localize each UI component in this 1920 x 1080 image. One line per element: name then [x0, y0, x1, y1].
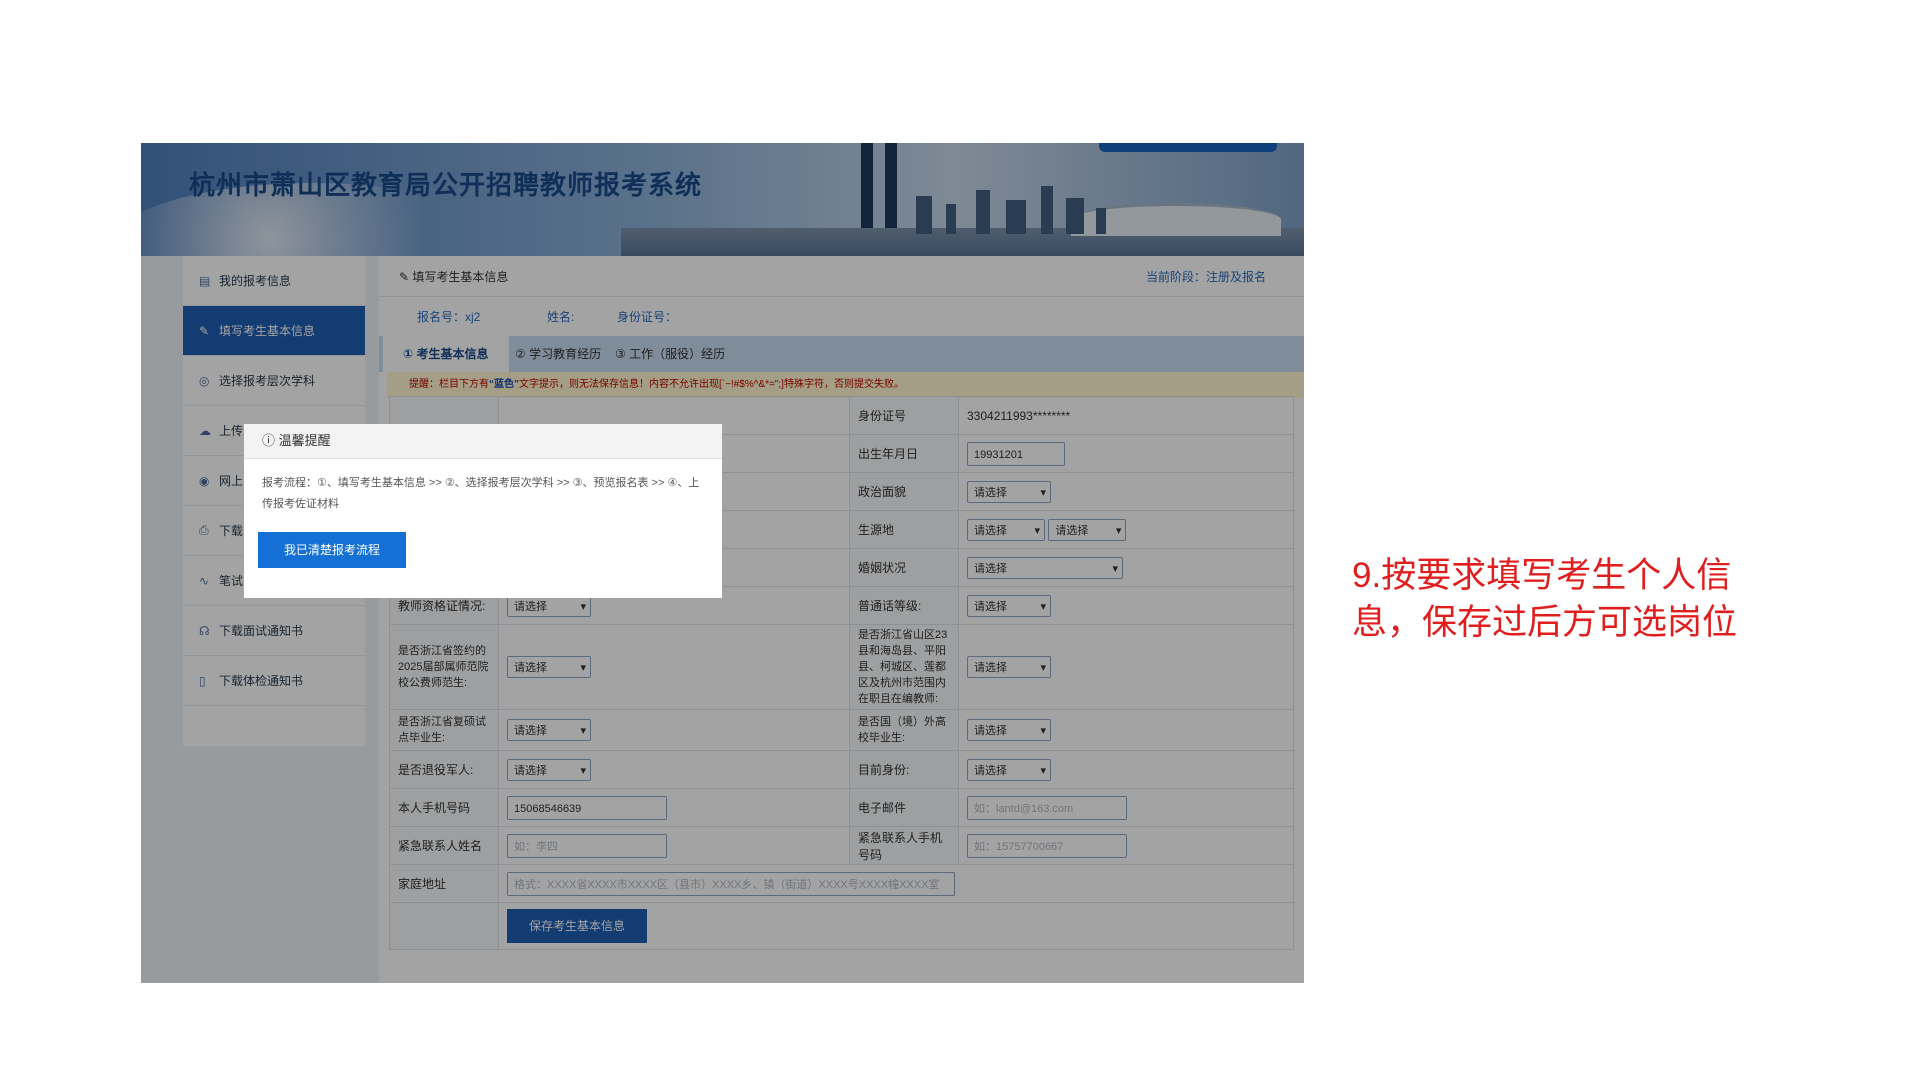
instruction-caption: 9.按要求填写考生个人信息，保存过后方可选岗位 — [1352, 556, 1738, 642]
modal-body: 报考流程：①、填写考生基本信息 >> ②、选择报考层次学科 >> ③、预览报名表… — [262, 477, 700, 510]
modal-header: ⓘ 温馨提醒 — [244, 424, 722, 459]
confirm-flow-button[interactable]: 我已清楚报考流程 — [258, 532, 406, 568]
modal-title: 温馨提醒 — [278, 433, 331, 448]
info-icon: ⓘ — [262, 433, 279, 448]
reminder-modal: ⓘ 温馨提醒 报考流程：①、填写考生基本信息 >> ②、选择报考层次学科 >> … — [244, 424, 722, 598]
